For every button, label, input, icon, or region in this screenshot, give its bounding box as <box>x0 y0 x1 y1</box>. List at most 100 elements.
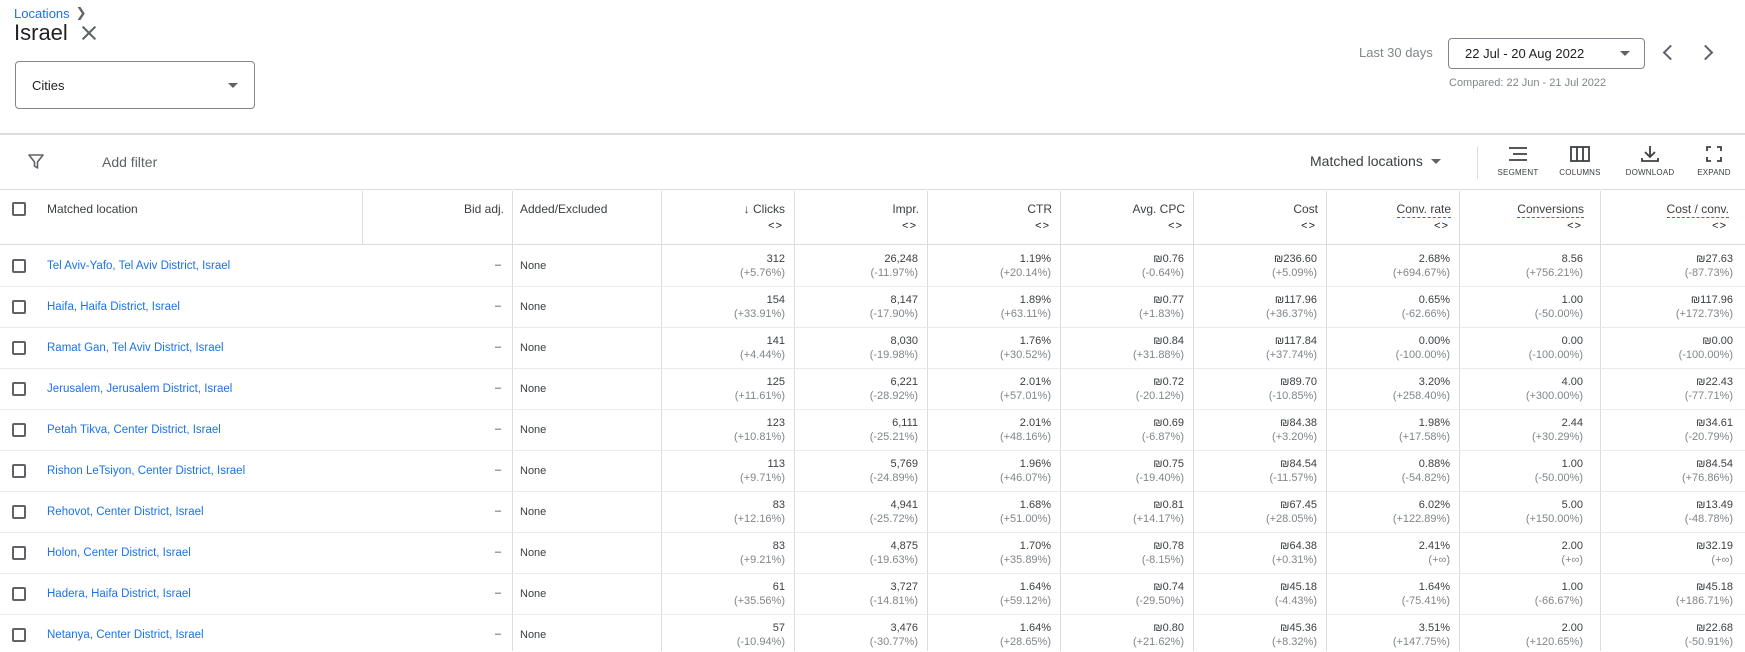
row-checkbox[interactable] <box>12 464 26 478</box>
bid-adj-value[interactable]: – <box>495 300 501 312</box>
header-ctr[interactable]: CTR <> <box>927 191 1060 245</box>
clicks-value: 154 <box>766 294 785 306</box>
header-clicks[interactable]: ↓ Clicks <> <box>661 191 793 245</box>
header-conv-rate[interactable]: Conv. rate <> <box>1326 191 1459 245</box>
header-cost[interactable]: Cost <> <box>1193 191 1326 245</box>
header-impr[interactable]: Impr. <> <box>794 191 927 245</box>
header-added-excluded[interactable]: Added/Excluded <box>520 191 660 245</box>
segment-button[interactable]: SEGMENT <box>1488 145 1548 177</box>
close-icon[interactable] <box>80 24 98 42</box>
bid-adj-value[interactable]: – <box>495 259 501 271</box>
table-row[interactable]: Haifa, Haifa District, Israel – None 154 (+3… <box>0 287 1745 328</box>
column-resize-icon[interactable]: <> <box>1301 220 1316 232</box>
table-row[interactable]: Rehovot, Center District, Israel – None 83 (… <box>0 492 1745 533</box>
header-conversions[interactable]: Conversions <> <box>1459 191 1592 245</box>
row-checkbox[interactable] <box>12 382 26 396</box>
cost-change: (+28.05%) <box>1265 513 1317 525</box>
location-link[interactable]: Rehovot, Center District, Israel <box>47 506 204 518</box>
header-matched-location[interactable]: Matched location <box>47 191 347 245</box>
cost-per-conv-change: (+186.71%) <box>1675 595 1733 607</box>
added-excluded-value: None <box>520 383 547 395</box>
conv-rate-change: (-75.41%) <box>1401 595 1450 607</box>
table-row[interactable]: Netanya, Center District, Israel – None 57 (… <box>0 615 1745 652</box>
header-avg-cpc[interactable]: Avg. CPC <> <box>1060 191 1193 245</box>
ctr-change: (+59.12%) <box>999 595 1051 607</box>
matched-locations-dropdown[interactable]: Matched locations <box>1310 153 1441 169</box>
bid-adj-value[interactable]: – <box>495 546 501 558</box>
location-link[interactable]: Jerusalem, Jerusalem District, Israel <box>47 383 232 395</box>
bid-adj-value[interactable]: – <box>495 382 501 394</box>
location-link[interactable]: Tel Aviv-Yafo, Tel Aviv District, Israel <box>47 260 230 272</box>
bid-adj-value[interactable]: – <box>495 423 501 435</box>
table-row[interactable]: Tel Aviv-Yafo, Tel Aviv District, Israel… <box>0 246 1745 287</box>
row-checkbox[interactable] <box>12 628 26 642</box>
table-row[interactable]: Rishon LeTsiyon, Center District, Israel… <box>0 451 1745 492</box>
table-row[interactable]: Holon, Center District, Israel – None 83 (+9… <box>0 533 1745 574</box>
column-resize-icon[interactable]: <> <box>768 220 783 232</box>
ctr-value: 1.89% <box>1019 294 1051 306</box>
bid-adj-value[interactable]: – <box>495 341 501 353</box>
location-type-value: Cities <box>32 77 65 93</box>
location-link[interactable]: Ramat Gan, Tel Aviv District, Israel <box>47 342 224 354</box>
column-resize-icon[interactable]: <> <box>1567 220 1582 232</box>
column-resize-icon[interactable]: <> <box>902 220 917 232</box>
bid-adj-value[interactable]: – <box>495 628 501 640</box>
clicks-cell: 125 (+11.61%) <box>735 375 785 403</box>
expand-button[interactable]: EXPAND <box>1684 145 1744 177</box>
row-checkbox[interactable] <box>12 423 26 437</box>
location-link[interactable]: Petah Tikva, Center District, Israel <box>47 424 221 436</box>
conv-rate-change: (-54.82%) <box>1401 472 1450 484</box>
column-resize-icon[interactable]: <> <box>1434 220 1449 232</box>
ctr-cell: 1.96% (+46.07%) <box>1000 457 1051 485</box>
chevron-left-icon[interactable] <box>1659 44 1675 60</box>
ctr-cell: 1.64% (+28.65%) <box>1000 621 1051 649</box>
row-checkbox[interactable] <box>12 587 26 601</box>
location-link[interactable]: Holon, Center District, Israel <box>47 547 191 559</box>
clicks-change: (+9.71%) <box>740 472 785 484</box>
table-row[interactable]: Petah Tikva, Center District, Israel – Non… <box>0 410 1745 451</box>
header-cost-per-conv[interactable]: Cost / conv. <> <box>1592 191 1737 245</box>
page-title: Israel <box>14 20 68 45</box>
table-row[interactable]: Ramat Gan, Tel Aviv District, Israel – Non… <box>0 328 1745 369</box>
avg-cpc-change: (-19.40%) <box>1135 472 1184 484</box>
conv-rate-value: 2.41% <box>1418 540 1450 552</box>
add-filter-button[interactable]: Add filter <box>102 154 157 170</box>
impressions-change: (-14.81%) <box>869 595 918 607</box>
download-button[interactable]: DOWNLOAD <box>1620 145 1680 177</box>
row-checkbox[interactable] <box>12 259 26 273</box>
row-checkbox[interactable] <box>12 300 26 314</box>
column-resize-icon[interactable]: <> <box>1712 220 1727 232</box>
location-link[interactable]: Netanya, Center District, Israel <box>47 629 204 641</box>
location-link[interactable]: Hadera, Haifa District, Israel <box>47 588 191 600</box>
table-row[interactable]: Hadera, Haifa District, Israel – None 61 (+3… <box>0 574 1745 615</box>
column-resize-icon[interactable]: <> <box>1168 220 1183 232</box>
conversions-value: 8.56 <box>1561 253 1583 265</box>
added-excluded-value: None <box>520 260 547 272</box>
table-row[interactable]: Jerusalem, Jerusalem District, Israel – No… <box>0 369 1745 410</box>
impressions-cell: 4,941 (-25.72%) <box>870 498 918 526</box>
bid-adj-value[interactable]: – <box>495 505 501 517</box>
bid-adj-value[interactable]: – <box>495 587 501 599</box>
row-checkbox[interactable] <box>12 546 26 560</box>
row-checkbox[interactable] <box>12 505 26 519</box>
breadcrumb[interactable]: Locations ❯ <box>14 5 87 21</box>
added-excluded-value: None <box>520 465 547 477</box>
clicks-change: (+11.61%) <box>734 390 785 402</box>
breadcrumb-locations[interactable]: Locations <box>14 6 70 21</box>
avg-cpc-cell: ₪0.76 (-0.64%) <box>1142 252 1184 280</box>
cost-change: (+3.20%) <box>1272 431 1317 443</box>
bid-adj-value[interactable]: – <box>495 464 501 476</box>
impressions-cell: 6,221 (-28.92%) <box>870 375 918 403</box>
location-link[interactable]: Rishon LeTsiyon, Center District, Israel <box>47 465 245 477</box>
chevron-right-icon[interactable] <box>1699 44 1715 60</box>
filter-icon[interactable] <box>28 154 44 170</box>
select-all-checkbox[interactable] <box>12 202 26 216</box>
row-checkbox[interactable] <box>12 341 26 355</box>
conversions-change: (-66.67%) <box>1534 595 1583 607</box>
column-resize-icon[interactable]: <> <box>1035 220 1050 232</box>
location-type-select[interactable]: Cities <box>15 61 255 109</box>
header-bid-adj[interactable]: Bid adj. <box>362 191 512 245</box>
columns-button[interactable]: COLUMNS <box>1550 145 1610 177</box>
location-link[interactable]: Haifa, Haifa District, Israel <box>47 301 180 313</box>
date-range-picker[interactable]: 22 Jul - 20 Aug 2022 <box>1448 38 1645 69</box>
